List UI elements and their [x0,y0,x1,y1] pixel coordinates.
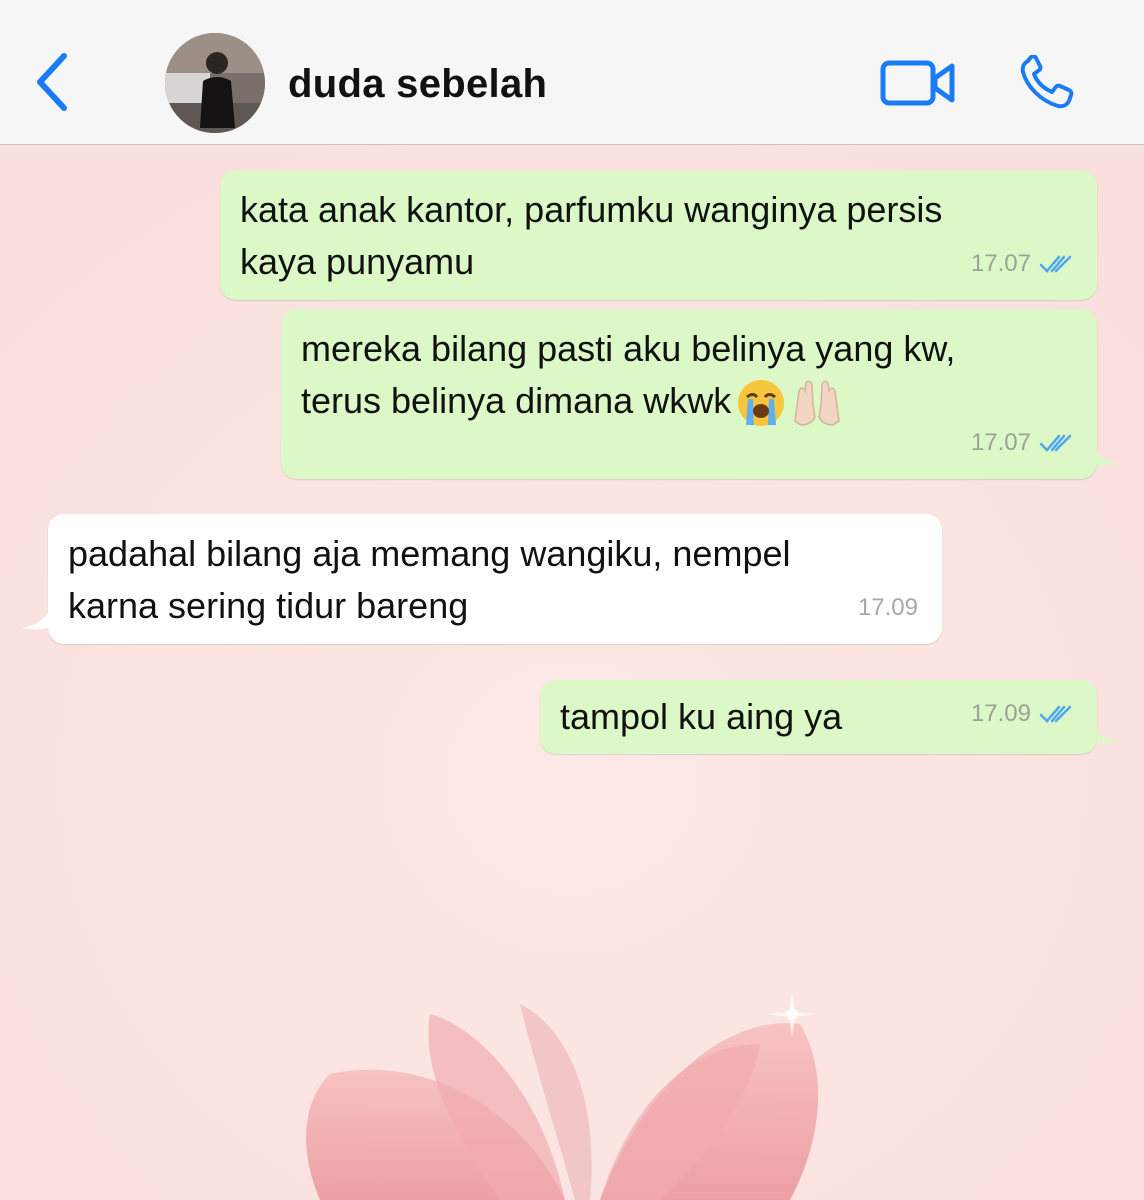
avatar-photo [165,33,265,133]
outgoing-message[interactable]: kata anak kantor, parfumku wanginya pers… [220,170,1097,300]
incoming-message[interactable]: padahal bilang aja memang wangiku, nempe… [48,514,942,644]
message-time: 17.07 [970,250,1031,277]
double-check-icon [1039,705,1072,723]
message-time: 17.09 [970,700,1031,727]
chat-header: duda sebelah [0,0,1144,145]
outgoing-message[interactable]: tampol ku aing ya 17.09 [540,680,1097,754]
bubble-tail [22,604,52,630]
double-check-icon [1039,434,1072,452]
message-text: mereka bilang pasti aku belinya yang kw,… [301,323,1077,429]
outgoing-message[interactable]: mereka bilang pasti aku belinya yang kw,… [281,309,1097,479]
message-list[interactable]: kata anak kantor, parfumku wanginya pers… [0,144,1144,1200]
bubble-tail [1090,440,1120,466]
message-meta: 17.09 [971,688,1073,740]
contact-name[interactable]: duda sebelah [288,62,547,107]
message-meta: 17.07 [971,238,1073,290]
double-check-icon [1039,255,1072,273]
bubble-tail [1090,718,1120,744]
video-camera-icon [880,60,955,106]
raising-hands-icon [794,380,841,427]
message-text-content: mereka bilang pasti aku belinya yang kw,… [301,328,956,421]
phone-icon [1020,54,1074,109]
message-time: 17.07 [970,429,1031,456]
contact-avatar[interactable] [165,33,265,133]
message-text: padahal bilang aja memang wangiku, nempe… [68,533,791,626]
video-call-button[interactable] [880,58,956,108]
message-meta: 17.09 [858,582,918,634]
chevron-left-icon [37,53,67,111]
voice-call-button[interactable] [1018,54,1080,111]
message-meta: 17.07 [971,417,1073,469]
message-text: kata anak kantor, parfumku wanginya pers… [240,189,943,282]
message-time: 17.09 [857,594,918,621]
back-button[interactable] [28,50,78,114]
loudly-crying-face-icon [738,380,785,427]
